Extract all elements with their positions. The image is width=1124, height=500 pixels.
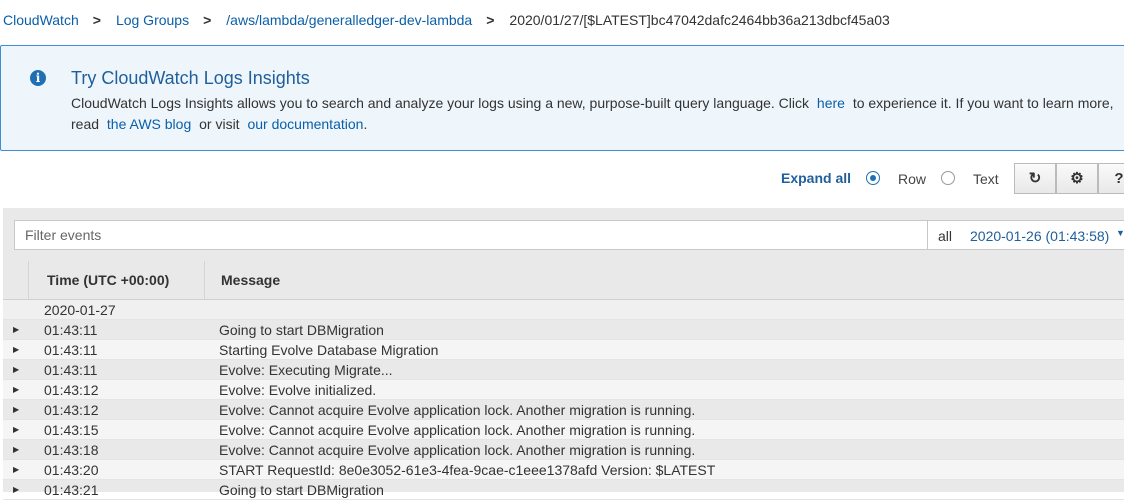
expand-row-icon[interactable]: ▶ [13, 340, 19, 360]
expand-row-icon[interactable]: ▶ [13, 480, 19, 500]
table-row[interactable]: ▶ 01:43:12 Evolve: Cannot acquire Evolve… [3, 400, 1124, 420]
expand-row-icon[interactable]: ▶ [13, 360, 19, 380]
breadcrumb-cloudwatch[interactable]: CloudWatch [3, 12, 79, 28]
banner-text: to experience it. If you want to learn m… [852, 95, 1114, 111]
time-column-header[interactable]: Time (UTC +00:00) [47, 261, 169, 299]
date-group-label: 2020-01-27 [44, 302, 116, 318]
row-view-radio[interactable] [866, 171, 880, 185]
event-message: Evolve: Executing Migrate... [219, 362, 393, 378]
expand-row-icon[interactable]: ▶ [13, 400, 19, 420]
aws-blog-link[interactable]: the AWS blog [107, 116, 191, 132]
event-time: 01:43:18 [44, 442, 99, 458]
event-time: 01:43:12 [44, 382, 99, 398]
table-row[interactable]: ▶ 01:43:11 Starting Evolve Database Migr… [3, 340, 1124, 360]
banner-text: read [71, 116, 100, 132]
breadcrumb-separator: > [486, 12, 495, 28]
date-group-row: 2020-01-27 [3, 300, 1124, 320]
breadcrumb: CloudWatch > Log Groups > /aws/lambda/ge… [3, 11, 890, 29]
info-icon: i [30, 70, 46, 86]
documentation-link[interactable]: our documentation [247, 116, 363, 132]
help-button[interactable]: ? [1098, 163, 1124, 194]
breadcrumb-separator: > [203, 12, 212, 28]
event-message: Evolve: Cannot acquire Evolve applicatio… [219, 422, 696, 438]
table-row[interactable]: ▶ 01:43:11 Going to start DBMigration [3, 320, 1124, 340]
log-events-table-body: 2020-01-27 ▶ 01:43:11 Going to start DBM… [3, 300, 1124, 500]
table-row[interactable]: ▶ 01:43:11 Evolve: Executing Migrate... [3, 360, 1124, 380]
expand-row-icon[interactable]: ▶ [13, 440, 19, 460]
table-row[interactable]: ▶ 01:43:21 Going to start DBMigration [3, 480, 1124, 500]
expand-row-icon[interactable]: ▶ [13, 320, 19, 340]
expand-row-icon[interactable]: ▶ [13, 420, 19, 440]
banner-text: CloudWatch Logs Insights allows you to s… [71, 95, 810, 111]
event-time: 01:43:15 [44, 422, 99, 438]
event-message: Going to start DBMigration [219, 482, 384, 498]
event-time: 01:43:21 [44, 482, 99, 498]
event-time: 01:43:11 [44, 362, 98, 378]
banner-title: Try CloudWatch Logs Insights [71, 68, 310, 88]
gear-icon: ⚙ [1070, 170, 1084, 187]
range-all-option[interactable]: all [938, 228, 952, 244]
table-row[interactable]: ▶ 01:43:20 START RequestId: 8e0e3052-61e… [3, 460, 1124, 480]
table-row[interactable]: ▶ 01:43:15 Evolve: Cannot acquire Evolve… [3, 420, 1124, 440]
event-message: Evolve: Cannot acquire Evolve applicatio… [219, 442, 696, 458]
filter-events-input[interactable] [14, 220, 928, 250]
insights-info-banner: i Try CloudWatch Logs Insights CloudWatc… [0, 45, 1124, 151]
breadcrumb-log-groups[interactable]: Log Groups [116, 12, 189, 28]
event-time: 01:43:11 [44, 322, 98, 338]
range-date-picker[interactable]: 2020-01-26 (01:43:58) [970, 228, 1109, 244]
expand-row-icon[interactable]: ▶ [13, 380, 19, 400]
refresh-icon: ↻ [1028, 170, 1042, 187]
event-message: Evolve: Cannot acquire Evolve applicatio… [219, 402, 696, 418]
here-link[interactable]: here [817, 95, 845, 111]
time-range-selector[interactable]: all 2020-01-26 (01:43:58) ▼ [928, 220, 1124, 250]
refresh-button[interactable]: ↻ [1014, 163, 1056, 194]
text-view-label[interactable]: Text [973, 171, 999, 187]
log-events-table-header: Time (UTC +00:00) Message [3, 261, 1124, 300]
event-time: 01:43:20 [44, 462, 99, 478]
expand-all-link[interactable]: Expand all [781, 170, 851, 186]
event-time: 01:43:11 [44, 342, 98, 358]
event-message: Starting Evolve Database Migration [219, 342, 439, 358]
event-time: 01:43:12 [44, 402, 99, 418]
event-message: Going to start DBMigration [219, 322, 384, 338]
expand-row-icon[interactable]: ▶ [13, 460, 19, 480]
breadcrumb-log-group[interactable]: /aws/lambda/generalledger-dev-lambda [226, 12, 472, 28]
event-message: Evolve: Evolve initialized. [219, 382, 377, 398]
table-row[interactable]: ▶ 01:43:18 Evolve: Cannot acquire Evolve… [3, 440, 1124, 460]
column-divider [28, 261, 29, 299]
message-column-header: Message [221, 272, 281, 288]
banner-body: CloudWatch Logs Insights allows you to s… [71, 93, 1121, 135]
banner-text: or visit [199, 116, 240, 132]
breadcrumb-current-stream: 2020/01/27/[$LATEST]bc47042dafc2464bb36a… [509, 12, 890, 28]
event-message: START RequestId: 8e0e3052-61e3-4fea-9cae… [219, 462, 716, 478]
settings-button[interactable]: ⚙ [1056, 163, 1098, 194]
table-row[interactable]: ▶ 01:43:12 Evolve: Evolve initialized. [3, 380, 1124, 400]
column-divider[interactable] [204, 261, 205, 299]
text-view-radio[interactable] [941, 171, 955, 185]
log-view-toolbar: Expand all Row Text ↻ ⚙ ? [0, 163, 1124, 195]
banner-text: . [363, 116, 368, 132]
breadcrumb-separator: > [92, 12, 101, 28]
help-icon: ? [1114, 170, 1124, 187]
row-view-label[interactable]: Row [898, 171, 926, 187]
chevron-down-icon[interactable]: ▼ [1116, 228, 1124, 238]
